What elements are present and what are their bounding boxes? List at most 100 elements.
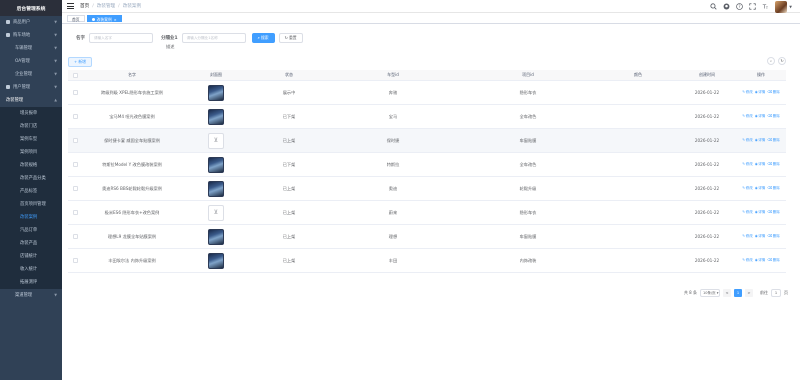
detail-button[interactable]: ◉详情 xyxy=(755,138,766,143)
select-all-checkbox[interactable] xyxy=(72,72,78,78)
sidebar-item[interactable]: 首页项目管理 xyxy=(0,198,62,211)
edit-button[interactable]: ✎修改 xyxy=(742,162,752,167)
sidebar-item[interactable]: 渠道管理 ▼ xyxy=(0,289,62,302)
table-row: 丰田埃尔法 内饰升级案例 已上架 丰田 内饰改装 2026-01-22 ✎修改 ◉详情 ⌫删除 xyxy=(68,249,786,273)
detail-button[interactable]: ◉详情 xyxy=(755,90,766,95)
add-button[interactable]: + 新增 xyxy=(68,57,92,67)
tag-home[interactable]: 首页 xyxy=(67,14,85,22)
edit-button[interactable]: ✎修改 xyxy=(742,186,752,191)
delete-button[interactable]: ⌫删除 xyxy=(767,90,779,95)
cover-image[interactable] xyxy=(208,252,224,269)
delete-button[interactable]: ⌫删除 xyxy=(767,234,779,239)
page-size-select[interactable]: 10条/页 ▾ xyxy=(700,289,720,297)
sidebar-item[interactable]: 购车场地 ▼ xyxy=(0,29,62,42)
sidebar-item[interactable]: 改装产品分类 xyxy=(0,172,62,185)
cover-image[interactable] xyxy=(208,180,224,197)
tag-current[interactable]: 改装案例 × xyxy=(86,14,122,22)
sidebar-item-label: 增员报单 xyxy=(20,111,38,116)
sidebar-item[interactable]: 改装产品 xyxy=(0,237,62,250)
search-button[interactable]: ⌕ 搜索 xyxy=(251,33,275,43)
row-checkbox[interactable] xyxy=(72,114,78,119)
table-row: 特斯拉Model Y 改色膜改装案例 已下架 特斯拉 全车改色 2026-01-22 ✎修… xyxy=(68,153,786,177)
edit-button[interactable]: ✎修改 xyxy=(742,234,752,239)
image-placeholder-icon[interactable]: ⊻ xyxy=(208,132,224,149)
detail-button[interactable]: ◉详情 xyxy=(755,114,766,119)
sidebar-item[interactable]: 增员报单 xyxy=(0,107,62,120)
row-checkbox[interactable] xyxy=(72,138,78,143)
image-placeholder-icon[interactable]: ⊻ xyxy=(208,204,224,221)
delete-button[interactable]: ⌫删除 xyxy=(767,258,779,263)
navbar: 首页 / 改装管理 / 改装案例 ? TT ▼ xyxy=(62,0,800,13)
edit-button[interactable]: ✎修改 xyxy=(742,210,752,215)
sidebar-item[interactable]: 店铺统计 xyxy=(0,250,62,263)
row-actions: ✎修改 ◉详情 ⌫删除 xyxy=(736,90,786,95)
edit-button[interactable]: ✎修改 xyxy=(742,90,752,95)
goto-page-input[interactable]: 1 xyxy=(771,289,781,297)
trash-icon: ⌫ xyxy=(767,258,773,262)
sidebar-item[interactable]: 改装管理 ▲ xyxy=(0,94,62,107)
row-checkbox[interactable] xyxy=(72,90,78,95)
sidebar-item[interactable]: 案例项目 xyxy=(0,146,62,159)
row-actions: ✎修改 ◉详情 ⌫删除 xyxy=(736,186,786,191)
hamburger-icon[interactable] xyxy=(67,3,74,9)
sidebar-item[interactable]: 改装规格 xyxy=(0,159,62,172)
sidebar-item[interactable]: 改装门店 xyxy=(0,120,62,133)
detail-button[interactable]: ◉详情 xyxy=(755,162,766,167)
page-1-button[interactable]: 1 xyxy=(734,289,742,297)
row-checkbox[interactable] xyxy=(72,162,78,167)
row-checkbox[interactable] xyxy=(72,234,78,239)
category-input[interactable]: 请输入分隔业1名称 xyxy=(181,33,246,43)
avatar[interactable] xyxy=(775,0,788,13)
prev-page-button[interactable]: < xyxy=(723,289,731,297)
font-size-icon[interactable]: TT xyxy=(762,3,769,10)
sidebar-item[interactable]: 汽品订单 xyxy=(0,224,62,237)
row-checkbox[interactable] xyxy=(72,210,78,215)
breadcrumb-home[interactable]: 首页 xyxy=(80,3,89,9)
delete-button[interactable]: ⌫删除 xyxy=(767,186,779,191)
project: 全车改色 xyxy=(519,161,537,167)
sidebar-item[interactable]: 案例车型 xyxy=(0,133,62,146)
edit-button[interactable]: ✎修改 xyxy=(742,114,752,119)
delete-button[interactable]: ⌫删除 xyxy=(767,162,779,167)
sidebar-item[interactable]: OA管理 ▼ xyxy=(0,55,62,68)
sidebar-item[interactable]: 收入统计 xyxy=(0,263,62,276)
toggle-search-icon[interactable]: ⌕ xyxy=(767,57,775,65)
fullscreen-icon[interactable] xyxy=(749,3,756,10)
cover-image[interactable] xyxy=(208,156,224,173)
sidebar-item-label: 车辆管理 xyxy=(15,46,33,51)
sidebar-item[interactable]: 用户管理 ▼ xyxy=(0,81,62,94)
row-checkbox[interactable] xyxy=(72,186,78,191)
cover-image[interactable] xyxy=(208,228,224,245)
sidebar-item[interactable]: 企业管理 ▼ xyxy=(0,68,62,81)
detail-button[interactable]: ◉详情 xyxy=(755,258,766,263)
close-icon[interactable]: × xyxy=(114,18,117,22)
refresh-icon[interactable]: ↻ xyxy=(778,57,786,65)
sidebar-item[interactable]: 商品用户 ▼ xyxy=(0,16,62,29)
github-icon[interactable] xyxy=(723,3,730,10)
search-icon[interactable] xyxy=(710,3,717,10)
sidebar-item[interactable]: 改装案例 xyxy=(0,211,62,224)
sidebar-item[interactable]: 车辆管理 ▼ xyxy=(0,42,62,55)
detail-button[interactable]: ◉详情 xyxy=(755,186,766,191)
edit-button[interactable]: ✎修改 xyxy=(742,138,752,143)
cover-image[interactable] xyxy=(208,84,224,101)
detail-button[interactable]: ◉详情 xyxy=(755,210,766,215)
breadcrumb: 首页 / 改装管理 / 改装案例 xyxy=(80,3,142,10)
delete-button[interactable]: ⌫删除 xyxy=(767,210,779,215)
sidebar-item[interactable]: 产品标签 xyxy=(0,185,62,198)
name-input[interactable]: 请输入名字 xyxy=(89,33,153,43)
sidebar-item[interactable]: 拓展测评 xyxy=(0,276,62,289)
row-checkbox[interactable] xyxy=(72,258,78,263)
table-row: 奥迪RS6 BBS轮毂轮毂升级案例 已上架 奥迪 轮毂升级 2026-01-22 ✎修改 ◉… xyxy=(68,177,786,201)
delete-button[interactable]: ⌫删除 xyxy=(767,138,779,143)
edit-button[interactable]: ✎修改 xyxy=(742,258,752,263)
status-text: 展示中 xyxy=(282,89,296,95)
reset-button[interactable]: ↻ 重置 xyxy=(278,33,303,43)
delete-button[interactable]: ⌫删除 xyxy=(767,114,779,119)
cover-image[interactable] xyxy=(208,108,224,125)
detail-button[interactable]: ◉详情 xyxy=(755,234,766,239)
next-page-button[interactable]: > xyxy=(745,289,753,297)
question-icon[interactable]: ? xyxy=(736,3,744,10)
chevron-down-icon: ▼ xyxy=(54,59,57,63)
chevron-down-icon[interactable]: ▼ xyxy=(789,5,792,9)
